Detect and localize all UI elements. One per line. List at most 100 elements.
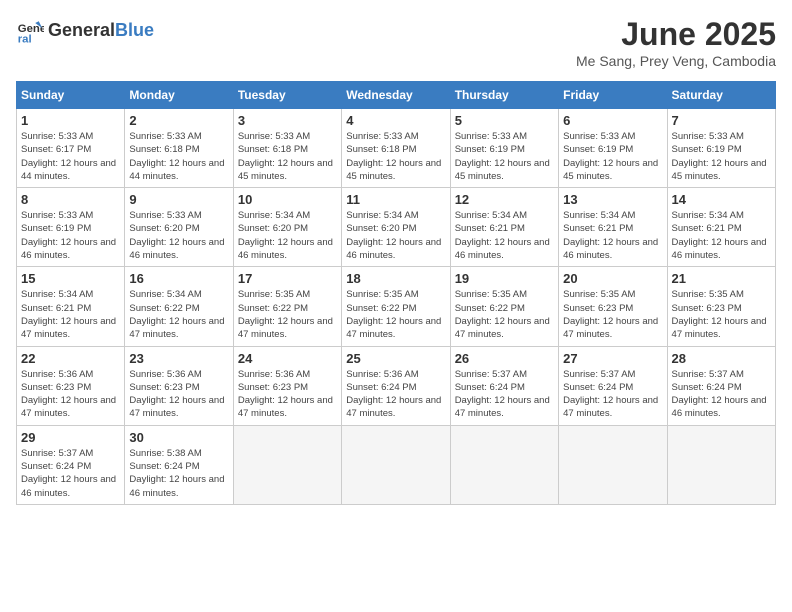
day-number: 15 <box>21 271 120 286</box>
day-cell: 19 Sunrise: 5:35 AMSunset: 6:22 PMDaylig… <box>450 267 558 346</box>
day-info: Sunrise: 5:33 AMSunset: 6:18 PMDaylight:… <box>346 131 441 182</box>
empty-cell <box>342 425 450 504</box>
header-friday: Friday <box>559 82 667 109</box>
day-cell: 7 Sunrise: 5:33 AMSunset: 6:19 PMDayligh… <box>667 109 775 188</box>
day-cell: 26 Sunrise: 5:37 AMSunset: 6:24 PMDaylig… <box>450 346 558 425</box>
header-thursday: Thursday <box>450 82 558 109</box>
day-cell: 25 Sunrise: 5:36 AMSunset: 6:24 PMDaylig… <box>342 346 450 425</box>
day-info: Sunrise: 5:34 AMSunset: 6:21 PMDaylight:… <box>455 210 550 261</box>
day-info: Sunrise: 5:37 AMSunset: 6:24 PMDaylight:… <box>455 369 550 420</box>
day-number: 26 <box>455 351 554 366</box>
day-number: 6 <box>563 113 662 128</box>
title-area: June 2025 Me Sang, Prey Veng, Cambodia <box>576 16 776 69</box>
day-number: 8 <box>21 192 120 207</box>
calendar-table: Sunday Monday Tuesday Wednesday Thursday… <box>16 81 776 505</box>
day-info: Sunrise: 5:35 AMSunset: 6:22 PMDaylight:… <box>238 289 333 340</box>
day-cell: 29 Sunrise: 5:37 AMSunset: 6:24 PMDaylig… <box>17 425 125 504</box>
day-info: Sunrise: 5:36 AMSunset: 6:24 PMDaylight:… <box>346 369 441 420</box>
day-number: 27 <box>563 351 662 366</box>
logo: Gene ral General Blue <box>16 16 154 44</box>
day-info: Sunrise: 5:34 AMSunset: 6:21 PMDaylight:… <box>563 210 658 261</box>
calendar-row: 8 Sunrise: 5:33 AMSunset: 6:19 PMDayligh… <box>17 188 776 267</box>
day-info: Sunrise: 5:34 AMSunset: 6:21 PMDaylight:… <box>21 289 116 340</box>
day-number: 5 <box>455 113 554 128</box>
day-info: Sunrise: 5:33 AMSunset: 6:20 PMDaylight:… <box>129 210 224 261</box>
day-number: 18 <box>346 271 445 286</box>
day-number: 21 <box>672 271 771 286</box>
calendar-row: 15 Sunrise: 5:34 AMSunset: 6:21 PMDaylig… <box>17 267 776 346</box>
day-cell: 4 Sunrise: 5:33 AMSunset: 6:18 PMDayligh… <box>342 109 450 188</box>
day-info: Sunrise: 5:33 AMSunset: 6:19 PMDaylight:… <box>672 131 767 182</box>
day-cell: 23 Sunrise: 5:36 AMSunset: 6:23 PMDaylig… <box>125 346 233 425</box>
day-cell: 30 Sunrise: 5:38 AMSunset: 6:24 PMDaylig… <box>125 425 233 504</box>
header-monday: Monday <box>125 82 233 109</box>
day-number: 29 <box>21 430 120 445</box>
day-cell: 2 Sunrise: 5:33 AMSunset: 6:18 PMDayligh… <box>125 109 233 188</box>
day-info: Sunrise: 5:36 AMSunset: 6:23 PMDaylight:… <box>21 369 116 420</box>
day-number: 1 <box>21 113 120 128</box>
day-cell: 3 Sunrise: 5:33 AMSunset: 6:18 PMDayligh… <box>233 109 341 188</box>
day-cell: 13 Sunrise: 5:34 AMSunset: 6:21 PMDaylig… <box>559 188 667 267</box>
day-info: Sunrise: 5:37 AMSunset: 6:24 PMDaylight:… <box>563 369 658 420</box>
header-tuesday: Tuesday <box>233 82 341 109</box>
day-cell: 9 Sunrise: 5:33 AMSunset: 6:20 PMDayligh… <box>125 188 233 267</box>
day-cell: 22 Sunrise: 5:36 AMSunset: 6:23 PMDaylig… <box>17 346 125 425</box>
day-cell: 14 Sunrise: 5:34 AMSunset: 6:21 PMDaylig… <box>667 188 775 267</box>
day-info: Sunrise: 5:33 AMSunset: 6:17 PMDaylight:… <box>21 131 116 182</box>
day-cell: 28 Sunrise: 5:37 AMSunset: 6:24 PMDaylig… <box>667 346 775 425</box>
day-number: 16 <box>129 271 228 286</box>
day-info: Sunrise: 5:34 AMSunset: 6:20 PMDaylight:… <box>346 210 441 261</box>
day-info: Sunrise: 5:34 AMSunset: 6:22 PMDaylight:… <box>129 289 224 340</box>
day-cell: 1 Sunrise: 5:33 AMSunset: 6:17 PMDayligh… <box>17 109 125 188</box>
day-cell: 16 Sunrise: 5:34 AMSunset: 6:22 PMDaylig… <box>125 267 233 346</box>
day-number: 19 <box>455 271 554 286</box>
day-info: Sunrise: 5:35 AMSunset: 6:23 PMDaylight:… <box>563 289 658 340</box>
empty-cell <box>233 425 341 504</box>
header: Gene ral General Blue June 2025 Me Sang,… <box>16 16 776 69</box>
day-info: Sunrise: 5:34 AMSunset: 6:21 PMDaylight:… <box>672 210 767 261</box>
day-info: Sunrise: 5:33 AMSunset: 6:18 PMDaylight:… <box>129 131 224 182</box>
day-cell: 15 Sunrise: 5:34 AMSunset: 6:21 PMDaylig… <box>17 267 125 346</box>
day-number: 7 <box>672 113 771 128</box>
empty-cell <box>667 425 775 504</box>
day-cell: 27 Sunrise: 5:37 AMSunset: 6:24 PMDaylig… <box>559 346 667 425</box>
day-info: Sunrise: 5:33 AMSunset: 6:19 PMDaylight:… <box>21 210 116 261</box>
day-number: 14 <box>672 192 771 207</box>
day-number: 20 <box>563 271 662 286</box>
header-saturday: Saturday <box>667 82 775 109</box>
day-info: Sunrise: 5:33 AMSunset: 6:19 PMDaylight:… <box>455 131 550 182</box>
day-info: Sunrise: 5:36 AMSunset: 6:23 PMDaylight:… <box>129 369 224 420</box>
day-number: 10 <box>238 192 337 207</box>
calendar-subtitle: Me Sang, Prey Veng, Cambodia <box>576 53 776 69</box>
day-info: Sunrise: 5:34 AMSunset: 6:20 PMDaylight:… <box>238 210 333 261</box>
day-info: Sunrise: 5:33 AMSunset: 6:19 PMDaylight:… <box>563 131 658 182</box>
day-cell: 24 Sunrise: 5:36 AMSunset: 6:23 PMDaylig… <box>233 346 341 425</box>
day-cell: 18 Sunrise: 5:35 AMSunset: 6:22 PMDaylig… <box>342 267 450 346</box>
day-info: Sunrise: 5:37 AMSunset: 6:24 PMDaylight:… <box>672 369 767 420</box>
day-info: Sunrise: 5:38 AMSunset: 6:24 PMDaylight:… <box>129 448 224 499</box>
day-number: 9 <box>129 192 228 207</box>
day-info: Sunrise: 5:35 AMSunset: 6:22 PMDaylight:… <box>455 289 550 340</box>
day-cell: 12 Sunrise: 5:34 AMSunset: 6:21 PMDaylig… <box>450 188 558 267</box>
day-number: 30 <box>129 430 228 445</box>
logo-blue: Blue <box>115 20 154 41</box>
header-sunday: Sunday <box>17 82 125 109</box>
day-info: Sunrise: 5:37 AMSunset: 6:24 PMDaylight:… <box>21 448 116 499</box>
day-cell: 20 Sunrise: 5:35 AMSunset: 6:23 PMDaylig… <box>559 267 667 346</box>
day-number: 24 <box>238 351 337 366</box>
day-cell: 5 Sunrise: 5:33 AMSunset: 6:19 PMDayligh… <box>450 109 558 188</box>
day-number: 13 <box>563 192 662 207</box>
empty-cell <box>559 425 667 504</box>
day-cell: 6 Sunrise: 5:33 AMSunset: 6:19 PMDayligh… <box>559 109 667 188</box>
svg-text:ral: ral <box>18 33 32 44</box>
day-info: Sunrise: 5:35 AMSunset: 6:23 PMDaylight:… <box>672 289 767 340</box>
day-number: 3 <box>238 113 337 128</box>
day-number: 2 <box>129 113 228 128</box>
day-number: 4 <box>346 113 445 128</box>
day-number: 23 <box>129 351 228 366</box>
day-number: 17 <box>238 271 337 286</box>
day-cell: 17 Sunrise: 5:35 AMSunset: 6:22 PMDaylig… <box>233 267 341 346</box>
day-number: 25 <box>346 351 445 366</box>
logo-icon: Gene ral <box>16 16 44 44</box>
day-cell: 8 Sunrise: 5:33 AMSunset: 6:19 PMDayligh… <box>17 188 125 267</box>
